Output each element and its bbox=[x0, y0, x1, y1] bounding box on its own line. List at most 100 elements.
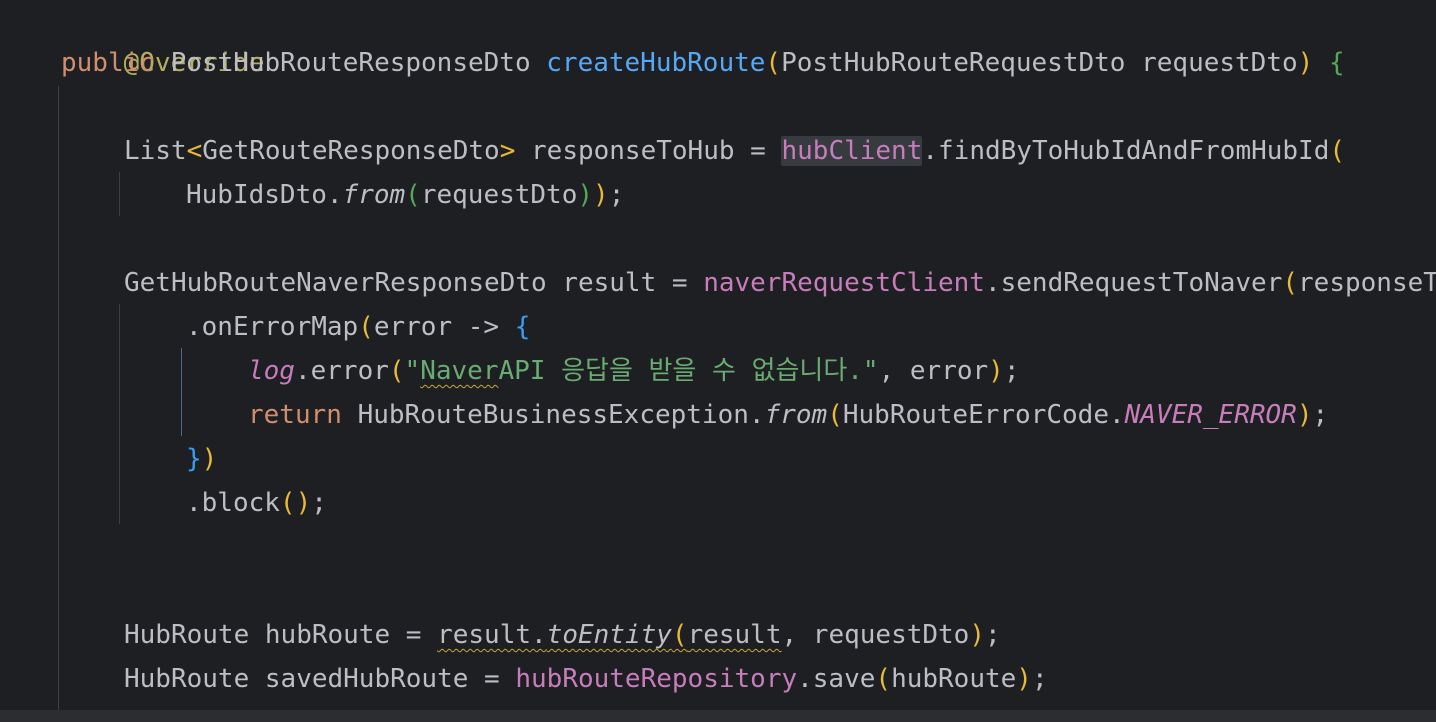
code-line-onErrorMap[interactable]: .onErrorMap(error -> { bbox=[186, 305, 530, 349]
class-HubIdsDto[interactable]: HubIdsDto. bbox=[186, 180, 343, 210]
type-HubRoute[interactable]: HubRoute bbox=[124, 664, 249, 694]
paren-open: ( bbox=[1329, 136, 1346, 166]
code-line-annotation[interactable]: @Override bbox=[61, 0, 265, 78]
static-method-from[interactable]: from bbox=[765, 400, 828, 430]
static-method-from[interactable]: from bbox=[343, 180, 406, 210]
paren-close: ) bbox=[1296, 400, 1313, 430]
code-token: , bbox=[781, 620, 813, 650]
method-onErrorMap[interactable]: .onErrorMap bbox=[186, 312, 358, 342]
paren-close: ) bbox=[1016, 664, 1032, 694]
field-hubRouteRepository[interactable]: hubRouteRepository bbox=[515, 664, 797, 694]
arg-requestDto[interactable]: requestDto bbox=[421, 180, 578, 210]
code-editor[interactable]: @Override public PostHubRouteResponseDto… bbox=[0, 0, 1436, 710]
arg-responseToHub-truncated[interactable]: responseTo bbox=[1298, 268, 1436, 298]
method-save[interactable]: .save bbox=[797, 664, 875, 694]
keyword-return: return bbox=[248, 400, 342, 430]
type-GetHubRouteNaverResponseDto[interactable]: GetHubRouteNaverResponseDto bbox=[124, 268, 547, 298]
code-token: , bbox=[878, 356, 910, 386]
code-line-return-exception[interactable]: return HubRouteBusinessException.from(Hu… bbox=[248, 393, 1328, 437]
lambda-arrow: -> bbox=[467, 312, 500, 342]
type-HubRoute[interactable]: HubRoute bbox=[124, 620, 249, 650]
arg-result: result bbox=[687, 620, 782, 650]
paren-close: ) bbox=[295, 488, 312, 518]
arg-error[interactable]: error bbox=[910, 356, 988, 386]
paren-close: ) bbox=[201, 444, 218, 474]
receiver-result: result. bbox=[437, 620, 547, 650]
class-HubRouteErrorCode[interactable]: HubRouteErrorCode. bbox=[843, 400, 1125, 430]
method-block[interactable]: .block bbox=[186, 488, 280, 518]
method-findByToHubIdAndFromHubId[interactable]: .findByToHubIdAndFromHubId bbox=[922, 136, 1329, 166]
list-type[interactable]: List bbox=[124, 136, 187, 166]
code-line-method-declaration[interactable]: public PostHubRouteResponseDto createHub… bbox=[61, 41, 1345, 85]
string-quote-open: " bbox=[404, 356, 421, 386]
variable-responseToHub[interactable]: responseToHub bbox=[531, 136, 735, 166]
assign-op: = bbox=[671, 268, 688, 298]
paren-open: ( bbox=[671, 620, 688, 650]
paren-open: ( bbox=[765, 48, 782, 78]
variable-savedHubRoute[interactable]: savedHubRoute bbox=[265, 664, 469, 694]
constant-NAVER_ERROR[interactable]: NAVER_ERROR bbox=[1125, 400, 1297, 430]
code-token: ; bbox=[985, 620, 1001, 650]
indent-guide bbox=[119, 172, 120, 216]
variable-result[interactable]: result bbox=[562, 268, 656, 298]
generic-type[interactable]: GetRouteResponseDto bbox=[202, 136, 499, 166]
brace-open: { bbox=[514, 312, 531, 342]
arg-requestDto[interactable]: requestDto bbox=[813, 620, 970, 650]
return-type[interactable]: PostHubRouteResponseDto bbox=[171, 48, 531, 78]
code-token: ; bbox=[608, 180, 625, 210]
paren-open: ( bbox=[358, 312, 374, 342]
variable-hubRoute[interactable]: hubRoute bbox=[265, 620, 390, 650]
paren-open: ( bbox=[1282, 268, 1299, 298]
code-line-block[interactable]: .block(); bbox=[186, 481, 327, 525]
code-line-result-assignment[interactable]: GetHubRouteNaverResponseDto result = nav… bbox=[124, 261, 1436, 305]
paren-close: ) bbox=[988, 356, 1004, 386]
brace-open: { bbox=[1328, 48, 1345, 78]
field-log[interactable]: log bbox=[248, 356, 295, 386]
paren-close: ) bbox=[969, 620, 985, 650]
brace-close: } bbox=[186, 444, 202, 474]
arg-hubRoute[interactable]: hubRoute bbox=[891, 664, 1016, 694]
paren-open: ( bbox=[405, 180, 421, 210]
method-toEntity: toEntity bbox=[546, 620, 672, 650]
class-HubRouteBusinessException[interactable]: HubRouteBusinessException. bbox=[358, 400, 765, 430]
assign-op: = bbox=[405, 620, 422, 650]
code-line-hubids-arg[interactable]: HubIdsDto.from(requestDto)); bbox=[186, 173, 624, 217]
code-line-toEntity[interactable]: HubRoute hubRoute = result.toEntity(resu… bbox=[124, 613, 1001, 657]
indent-guide bbox=[58, 86, 59, 710]
method-name[interactable]: createHubRoute bbox=[546, 48, 765, 78]
code-line-log-error[interactable]: log.error("NaverAPI 응답을 받을 수 없습니다.", err… bbox=[248, 349, 1019, 393]
warning-toEntity-call[interactable]: result.toEntity(result bbox=[437, 620, 781, 650]
code-token: ; bbox=[1003, 356, 1020, 386]
indent-guide bbox=[119, 304, 120, 524]
method-sendRequestToNaver[interactable]: .sendRequestToNaver bbox=[985, 268, 1282, 298]
lambda-param-error[interactable]: error bbox=[374, 312, 452, 342]
param-name[interactable]: requestDto bbox=[1141, 48, 1298, 78]
code-line-lambda-close[interactable]: }) bbox=[186, 437, 217, 481]
code-line-list-assignment[interactable]: List<GetRouteResponseDto> responseToHub … bbox=[124, 129, 1345, 173]
code-token: ; bbox=[1312, 400, 1329, 430]
paren-close: ) bbox=[577, 180, 594, 210]
assign-op: = bbox=[750, 136, 766, 166]
indent-guide-active bbox=[181, 348, 182, 436]
code-line-save[interactable]: HubRoute savedHubRoute = hubRouteReposit… bbox=[124, 657, 1048, 701]
string-message-rest: API 응답을 받을 수 없습니다." bbox=[498, 356, 879, 386]
method-error[interactable]: .error bbox=[295, 356, 389, 386]
field-hubClient[interactable]: hubClient bbox=[781, 136, 923, 166]
code-token: ; bbox=[311, 488, 327, 518]
param-type[interactable]: PostHubRouteRequestDto bbox=[781, 48, 1125, 78]
field-naverRequestClient[interactable]: naverRequestClient bbox=[703, 268, 985, 298]
string-typo-warning[interactable]: Naver bbox=[420, 356, 498, 386]
paren-open: ( bbox=[875, 664, 892, 694]
assign-op: = bbox=[484, 664, 500, 694]
